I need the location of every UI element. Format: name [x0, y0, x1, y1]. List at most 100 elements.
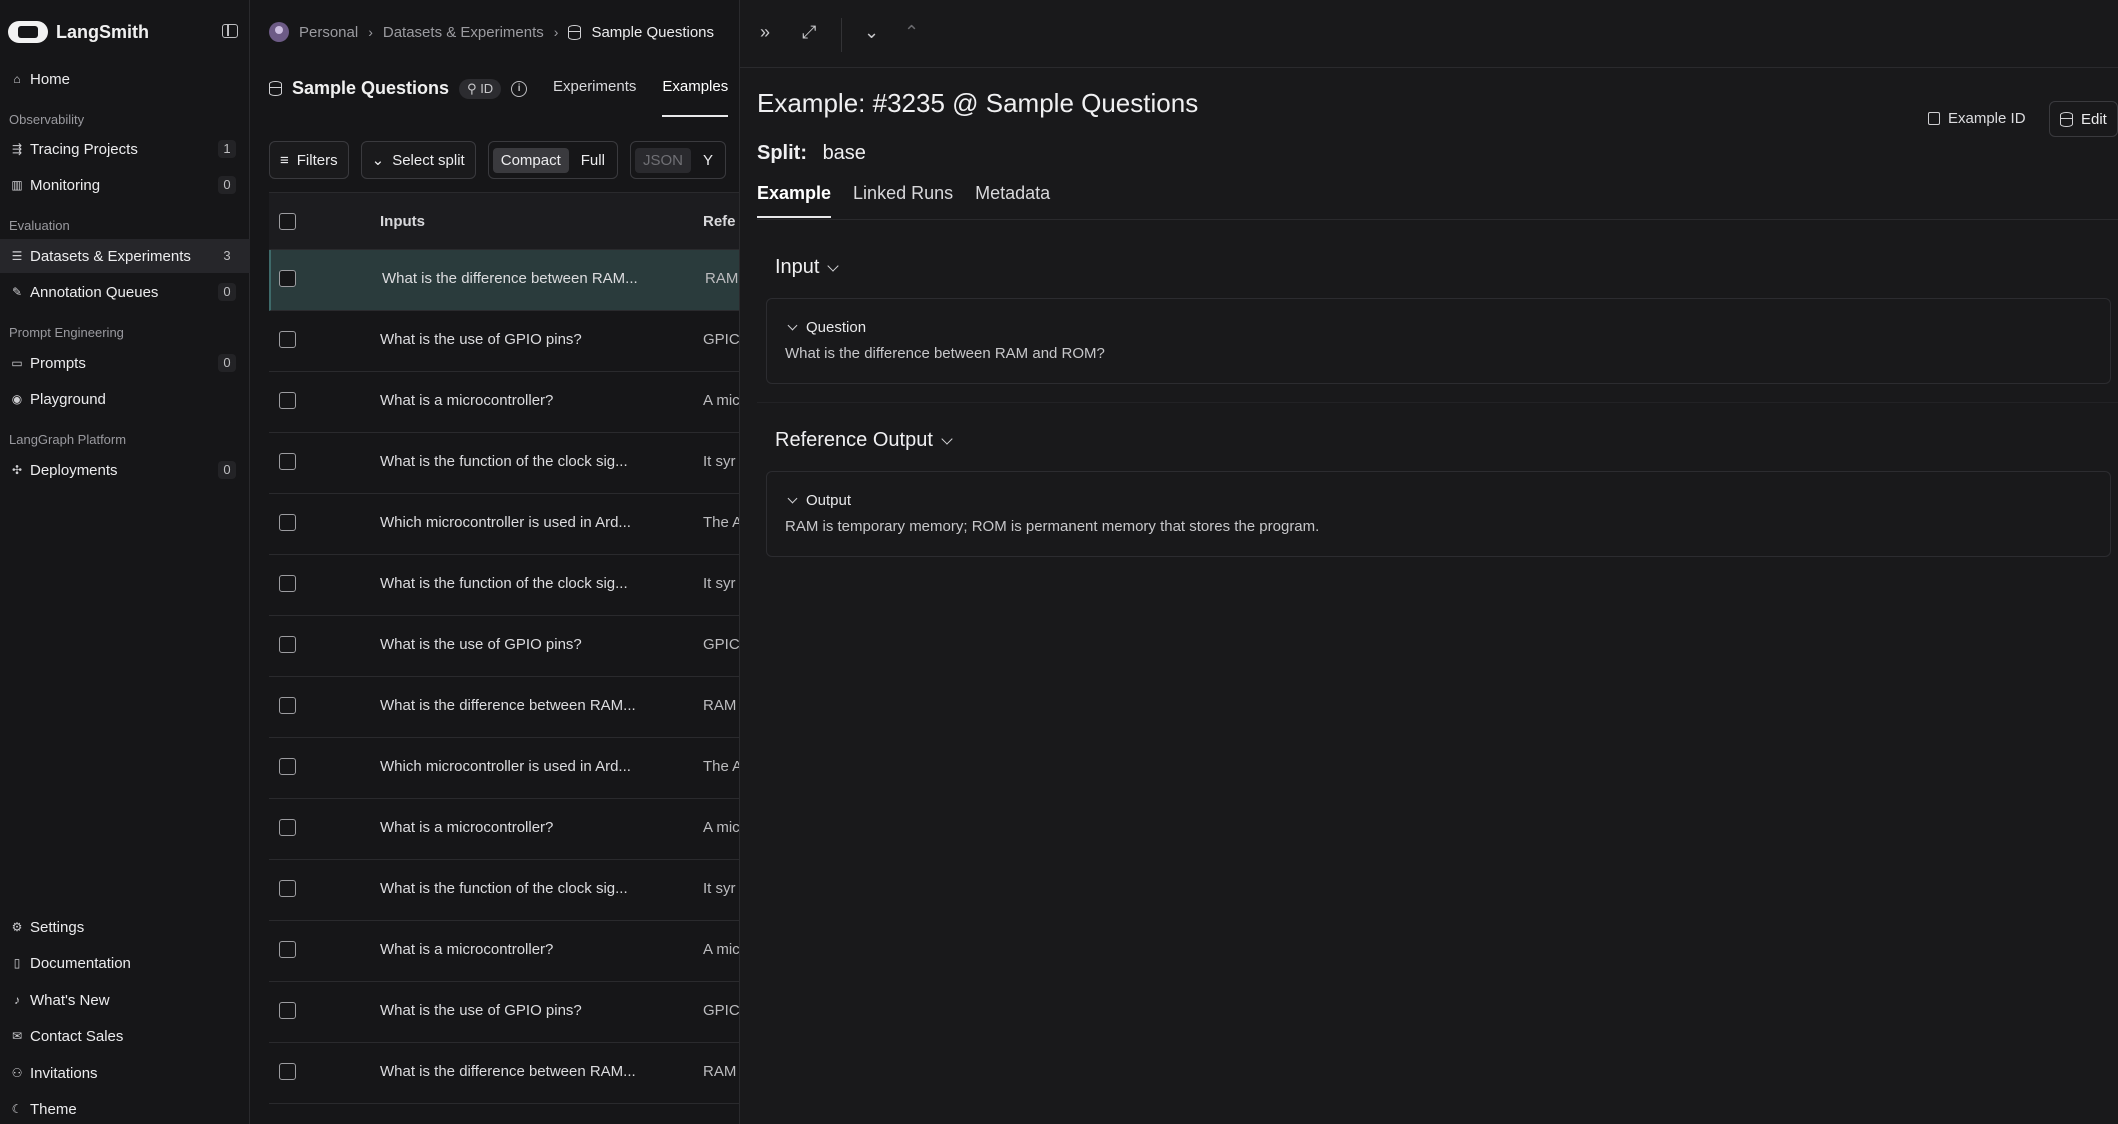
output-section-toggle[interactable]: Reference Output: [775, 429, 953, 452]
cell-input: What is the function of the clock sig...: [380, 453, 628, 470]
copy-example-id-button[interactable]: Example ID: [1928, 110, 2026, 127]
info-icon[interactable]: i: [511, 80, 528, 97]
edit-button[interactable]: Edit: [2049, 101, 2118, 137]
select-all-checkbox[interactable]: [279, 213, 296, 230]
table-row[interactable]: What is the function of the clock sig...…: [269, 433, 739, 494]
sidebar-item-documentation[interactable]: ▯ Documentation: [0, 946, 250, 980]
table-row[interactable]: Which microcontroller is used in Ard... T…: [269, 494, 739, 555]
question-key: Question: [806, 319, 867, 336]
sidebar-item-prompts[interactable]: ▭ Prompts 0: [0, 346, 250, 380]
sidebar-item-label: Playground: [30, 390, 106, 408]
collapse-panel-icon[interactable]: »: [760, 22, 770, 43]
table-row[interactable]: What is the use of GPIO pins? GPIC: [269, 616, 739, 677]
row-checkbox[interactable]: [279, 1002, 296, 1019]
breadcrumb-current[interactable]: Sample Questions: [591, 24, 714, 41]
table-row[interactable]: What is the function of the clock sig...…: [269, 555, 739, 616]
sidebar-item-annotation-queues[interactable]: ✎ Annotation Queues 0: [0, 275, 250, 309]
row-checkbox[interactable]: [279, 697, 296, 714]
breadcrumb-workspace[interactable]: Personal: [299, 24, 358, 41]
sidebar-item-invitations[interactable]: ⚇ Invitations: [0, 1056, 250, 1090]
count-badge: 0: [218, 354, 236, 372]
sidebar-item-deployments[interactable]: ✣ Deployments 0: [0, 453, 250, 487]
sidebar-toggle-icon[interactable]: [222, 24, 238, 38]
sidebar-item-label: Contact Sales: [30, 1027, 124, 1045]
sidebar-item-label: What's New: [30, 991, 110, 1009]
table-row[interactable]: What is a microcontroller? A mic: [269, 372, 739, 433]
brand[interactable]: LangSmith: [8, 20, 149, 44]
tab-linked-runs[interactable]: Linked Runs: [853, 183, 953, 218]
table-row[interactable]: What is the difference between RAM... RAM: [269, 250, 739, 311]
row-checkbox[interactable]: [279, 941, 296, 958]
id-chip-label: ID: [480, 80, 494, 96]
cell-input: What is the difference between RAM...: [382, 270, 638, 287]
tab-metadata[interactable]: Metadata: [975, 183, 1050, 218]
cell-reference: GPIC: [703, 636, 739, 653]
compact-toggle[interactable]: Compact: [492, 147, 569, 173]
table-row[interactable]: Which microcontroller is used in Ard... T…: [269, 738, 739, 799]
chevron-up-icon[interactable]: ⌃: [904, 22, 919, 43]
table-row[interactable]: What is the use of GPIO pins? GPIC: [269, 311, 739, 372]
output-value: RAM is temporary memory; ROM is permanen…: [785, 518, 1320, 535]
dataset-panel: Personal › Datasets & Experiments › Samp…: [251, 0, 739, 1124]
table-row[interactable]: What is a microcontroller? A mic: [269, 799, 739, 860]
input-section-toggle[interactable]: Input: [775, 256, 840, 279]
table-row[interactable]: What is the function of the clock sig...…: [269, 860, 739, 921]
sidebar-item-label: Invitations: [30, 1064, 98, 1082]
sidebar-item-home[interactable]: ⌂ Home: [0, 62, 250, 96]
cell-input: What is the function of the clock sig...: [380, 575, 628, 592]
cell-input: What is the use of GPIO pins?: [380, 1002, 582, 1019]
column-header-reference[interactable]: Refe: [703, 213, 736, 230]
question-field-toggle[interactable]: Question: [787, 319, 867, 336]
sidebar-item-monitoring[interactable]: ▥ Monitoring 0: [0, 168, 250, 202]
tab-experiments[interactable]: Experiments: [553, 70, 636, 117]
sidebar-item-contact-sales[interactable]: ✉ Contact Sales: [0, 1019, 250, 1053]
expand-icon[interactable]: ⤢: [802, 22, 816, 43]
table-row[interactable]: What is the difference between RAM... RAM: [269, 1043, 739, 1104]
cell-reference: It syr: [703, 575, 736, 592]
full-toggle[interactable]: Full: [573, 148, 613, 173]
example-id-label: Example ID: [1948, 110, 2026, 127]
breadcrumb-section[interactable]: Datasets & Experiments: [383, 24, 544, 41]
sidebar-item-label: Documentation: [30, 954, 131, 972]
row-checkbox[interactable]: [279, 270, 296, 287]
filters-button[interactable]: ≡ Filters: [269, 141, 349, 179]
deployments-icon: ✣: [11, 463, 23, 477]
tab-example[interactable]: Example: [757, 183, 832, 218]
row-checkbox[interactable]: [279, 819, 296, 836]
table-row[interactable]: What is the difference between RAM... RAM: [269, 677, 739, 738]
dataset-id-chip[interactable]: ⚲ ID: [459, 78, 502, 99]
row-checkbox[interactable]: [279, 758, 296, 775]
select-split-button[interactable]: ⌄ Select split: [360, 141, 476, 179]
column-header-inputs[interactable]: Inputs: [380, 213, 425, 230]
sidebar-item-datasets-experiments[interactable]: ☰ Datasets & Experiments 3: [0, 239, 250, 273]
sidebar-item-tracing-projects[interactable]: ⇶ Tracing Projects 1: [0, 132, 250, 166]
dataset-title: Sample Questions: [292, 78, 450, 98]
row-checkbox[interactable]: [279, 392, 296, 409]
sidebar-item-label: Monitoring: [30, 176, 101, 194]
sidebar-item-label: Theme: [30, 1100, 77, 1118]
database-icon: [568, 24, 582, 40]
output-field-toggle[interactable]: Output: [787, 492, 851, 509]
row-checkbox[interactable]: [279, 1063, 296, 1080]
sidebar-item-playground[interactable]: ◉ Playground: [0, 382, 250, 416]
tab-examples[interactable]: Examples: [662, 70, 729, 117]
json-toggle[interactable]: JSON: [634, 147, 691, 173]
sidebar-item-whats-new[interactable]: ♪ What's New: [0, 983, 250, 1017]
table-row[interactable]: What is a microcontroller? A mic: [269, 921, 739, 982]
table-row[interactable]: What is the use of GPIO pins? GPIC: [269, 982, 739, 1043]
brand-name: LangSmith: [56, 21, 149, 42]
cell-reference: RAM: [703, 697, 737, 714]
row-checkbox[interactable]: [279, 453, 296, 470]
row-checkbox[interactable]: [279, 575, 296, 592]
detail-toolbar: » ⤢ ⌄ ⌃: [740, 0, 2118, 68]
row-checkbox[interactable]: [279, 880, 296, 897]
cell-reference: RAM: [703, 1063, 737, 1080]
row-checkbox[interactable]: [279, 331, 296, 348]
row-checkbox[interactable]: [279, 636, 296, 653]
chevron-down-icon[interactable]: ⌄: [864, 22, 879, 43]
row-checkbox[interactable]: [279, 514, 296, 531]
yaml-toggle[interactable]: Y: [695, 148, 721, 173]
sidebar-item-theme[interactable]: ☾ Theme: [0, 1092, 250, 1124]
sidebar-item-label: Datasets & Experiments: [30, 247, 191, 265]
sidebar-item-settings[interactable]: ⚙ Settings: [0, 910, 250, 944]
